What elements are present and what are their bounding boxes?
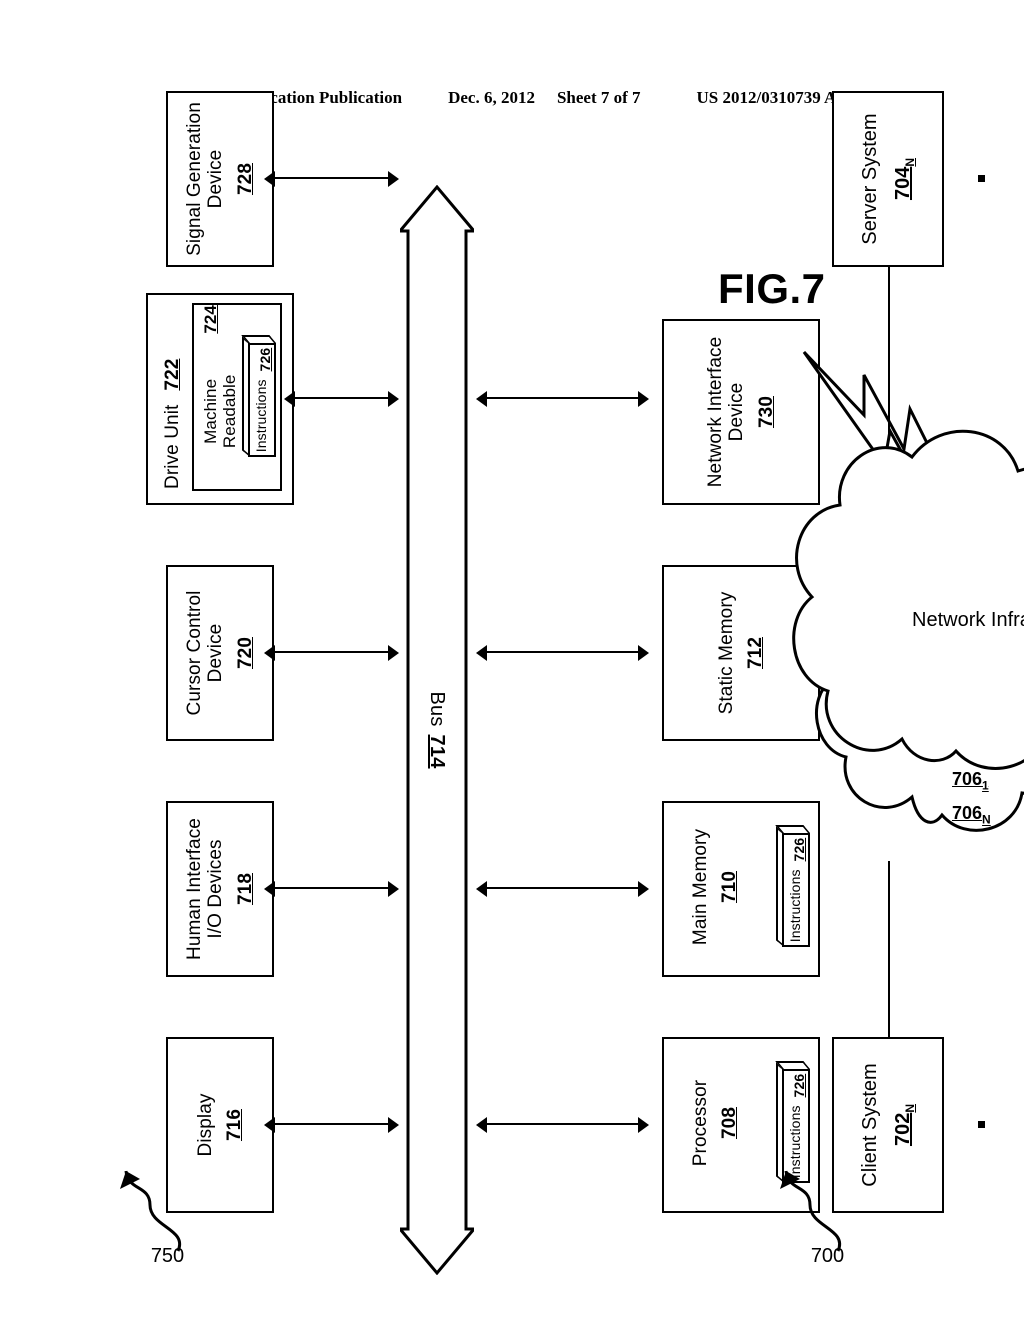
connector-bus-nid: [486, 397, 638, 399]
slab-front-face: Instructions 726: [248, 343, 276, 457]
box-server-system-n-ref: 704N: [892, 157, 917, 201]
figure-7-drawing: 750 Display 716 Human Interface I/O Devi…: [120, 91, 1024, 1275]
cloud-label-706-1: 7061: [952, 769, 989, 793]
patent-number: US 2012/0310739 A1: [696, 88, 845, 107]
cloud-label-706n: 706N: [952, 803, 991, 827]
slab-processor-instructions-ref: 726: [791, 1073, 808, 1098]
arrow-up-staticmemory: [476, 645, 487, 661]
slab-instructions-medium: Instructions 726: [241, 335, 276, 457]
box-human-interface-io-devices: Human Interface I/O Devices 718: [166, 801, 274, 977]
arrow-up-display: [264, 1117, 275, 1133]
arrow-up-hid: [264, 881, 275, 897]
box-display: Display 716: [166, 1037, 274, 1213]
box-human-interface-io-devices-ref: 718: [234, 873, 256, 906]
ellipsis-dot: [978, 1121, 985, 1129]
connector-display-bus: [274, 1123, 388, 1125]
box-display-ref: 716: [224, 1109, 245, 1142]
figure-label: FIG.7: [718, 265, 826, 312]
box-machine-readable-medium-ref: 724: [201, 305, 220, 334]
connector-driveunit-bus: [294, 397, 388, 399]
arrow-down-processor: [638, 1117, 649, 1133]
box-signal-generation-device-ref: 728: [234, 163, 256, 196]
callout-750-number: 750: [150, 1244, 185, 1267]
client-ellipsis: [978, 1121, 1024, 1129]
box-server-system-n-title: Server System: [859, 113, 881, 245]
bus-label-group: Bus 714: [400, 185, 474, 1275]
box-main-memory-title: Main Memory: [690, 828, 711, 946]
arrow-up-processor: [476, 1117, 487, 1133]
box-processor-title: Processor: [690, 1079, 711, 1167]
box-static-memory-title: Static Memory: [715, 591, 737, 715]
box-signal-generation-device: Signal Generation Device 728: [166, 91, 274, 267]
slab-instructions-ref: 726: [257, 347, 274, 372]
slab-side-face: [241, 335, 276, 343]
sheet-number: Sheet 7 of 7: [556, 88, 641, 107]
connector-bus-staticmemory: [486, 651, 638, 653]
box-network-interface-device-title: Network Interface Device: [705, 336, 748, 488]
connector-bus-processor: [486, 1123, 638, 1125]
box-machine-readable-medium: Machine Readable Medium 724 Instructions…: [192, 303, 282, 491]
box-cursor-control-device-title: Cursor Control Device: [184, 590, 227, 716]
box-main-memory-ref: 710: [719, 871, 741, 904]
box-signal-generation-device-title: Signal Generation Device: [184, 102, 227, 256]
server-ellipsis: [978, 175, 1024, 183]
arrow-down-hid: [388, 881, 399, 897]
box-human-interface-io-devices-title: Human Interface I/O Devices: [184, 818, 227, 960]
arrow-down-cursor: [388, 645, 399, 661]
box-cursor-control-device-ref: 720: [234, 637, 256, 670]
cloud-icon: [792, 429, 1024, 832]
box-client-system-n: Client System 702N: [832, 1037, 944, 1213]
arrow-down-display: [388, 1117, 399, 1133]
box-server-system-n: Server System 704N: [832, 91, 944, 267]
box-drive-unit-ref: 722: [162, 358, 183, 391]
bus-714: Bus 714: [400, 185, 474, 1275]
box-drive-unit: Drive Unit 722 Machine Readable Medium 7…: [146, 293, 294, 505]
cloud-text: Network Infrastructure: [912, 609, 1024, 631]
slab-instructions-title: Instructions: [253, 379, 270, 453]
connector-hid-bus: [274, 887, 388, 889]
arrow-up-cursor: [264, 645, 275, 661]
box-drive-unit-title: Drive Unit: [162, 404, 183, 489]
arrow-down-mainmemory: [638, 881, 649, 897]
callout-700-number: 700: [810, 1244, 845, 1267]
arrow-up-driveunit: [284, 391, 295, 407]
box-processor-ref: 708: [719, 1107, 741, 1140]
arrow-up-mainmemory: [476, 881, 487, 897]
ellipsis-dot: [978, 175, 985, 183]
box-display-title: Display: [194, 1093, 216, 1157]
arrow-up-signalgen: [264, 171, 275, 187]
network-cloud-group: 706N 7061 Network Infrastructure: [762, 395, 1024, 915]
connector-bus-mainmemory: [486, 887, 638, 889]
publication-date: Dec. 6, 2012: [448, 88, 535, 107]
arrow-down-nid: [638, 391, 649, 407]
slab-side-face: [775, 1061, 810, 1069]
arrow-down-driveunit: [388, 391, 399, 407]
connector-cursor-bus: [274, 651, 388, 653]
arrow-down-staticmemory: [638, 645, 649, 661]
box-cursor-control-device: Cursor Control Device 720: [166, 565, 274, 741]
connector-signalgen-bus: [274, 177, 388, 179]
arrow-up-nid: [476, 391, 487, 407]
box-client-system-n-ref: 702N: [892, 1103, 917, 1147]
box-client-system-n-title: Client System: [859, 1063, 881, 1187]
bus-ref: 714: [426, 734, 449, 769]
bus-label: Bus: [426, 691, 449, 727]
arrow-down-signalgen: [388, 171, 399, 187]
